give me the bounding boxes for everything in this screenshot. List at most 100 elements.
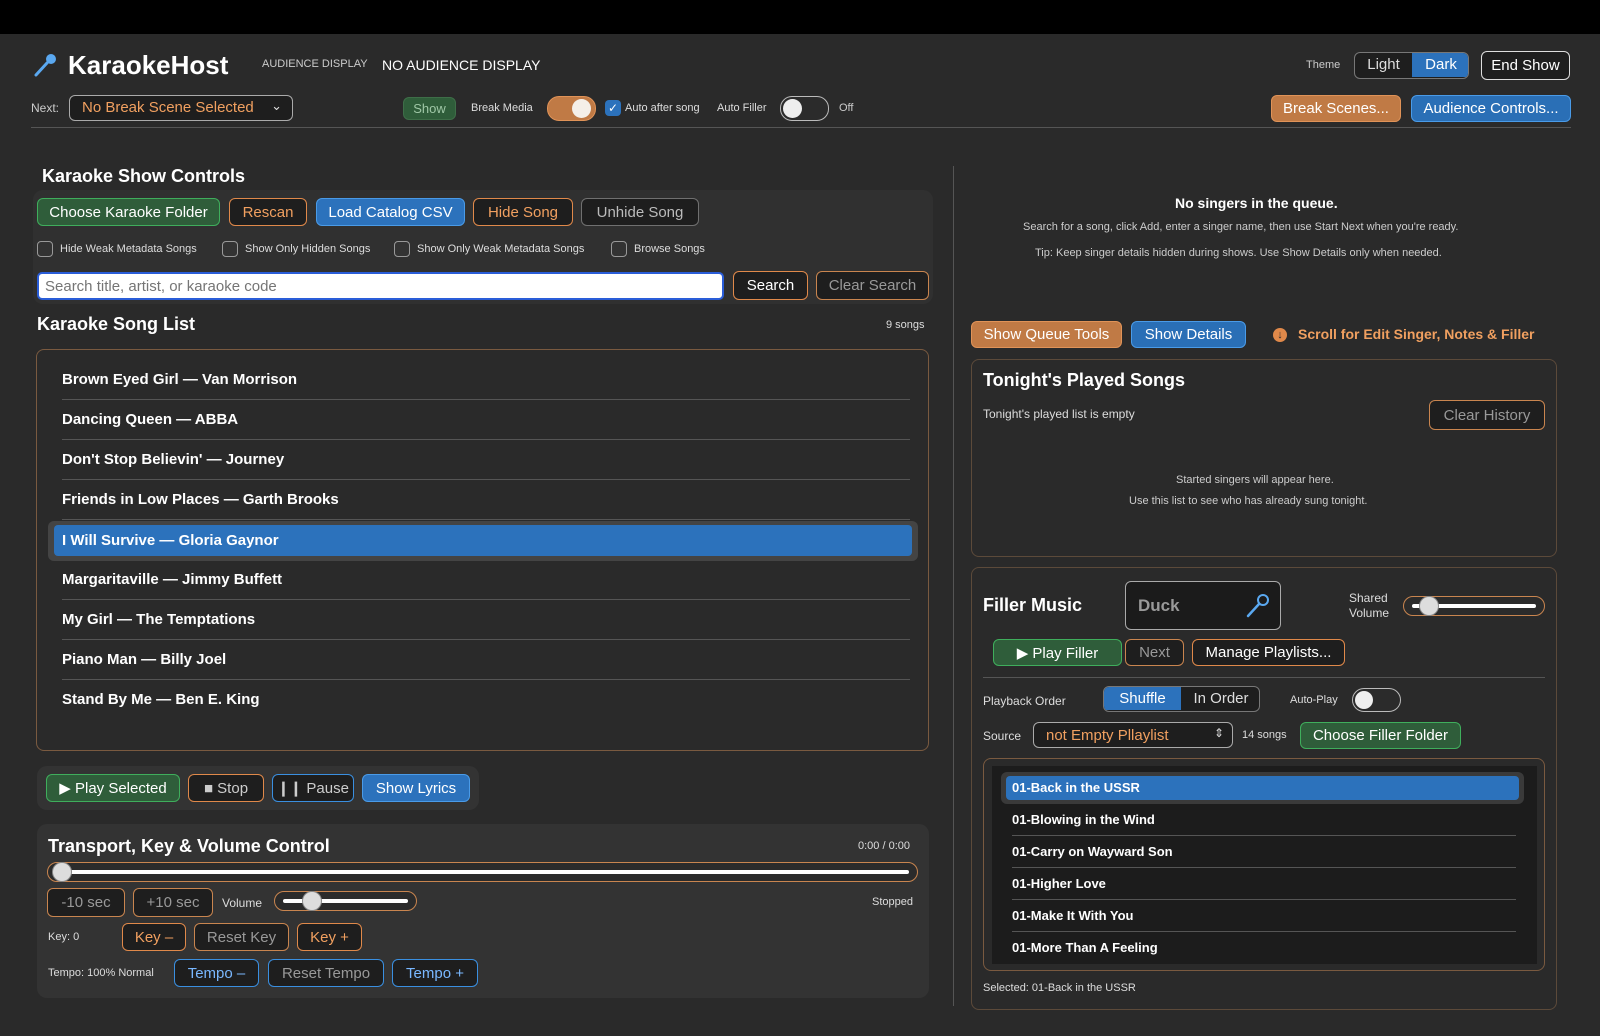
show-only-weak-metadata-checkbox[interactable] xyxy=(394,241,410,257)
break-scenes-button[interactable]: Break Scenes... xyxy=(1271,95,1401,122)
filler-song-row-selected[interactable]: 01-Back in the USSR xyxy=(1006,776,1519,800)
song-row[interactable]: Brown Eyed Girl — Van Morrison xyxy=(62,360,910,400)
search-button[interactable]: Search xyxy=(733,271,808,300)
playback-order-label: Playback Order xyxy=(983,694,1066,708)
hide-weak-metadata-label: Hide Weak Metadata Songs xyxy=(60,243,197,255)
theme-switch: Light Dark xyxy=(1354,52,1469,79)
audience-display-value: NO AUDIENCE DISPLAY xyxy=(382,57,541,73)
shuffle-option[interactable]: Shuffle xyxy=(1104,687,1181,710)
played-hint-1: Started singers will appear here. xyxy=(1176,474,1334,486)
song-row[interactable]: My Girl — The Temptations xyxy=(62,600,910,640)
song-row-selected[interactable]: I Will Survive — Gloria Gaynor xyxy=(54,525,912,556)
pause-button[interactable]: ❙❙ Pause xyxy=(272,774,354,802)
chevron-updown-icon: ⇕ xyxy=(1213,726,1224,740)
chevron-down-icon: ⌄ xyxy=(271,98,282,113)
filler-song-row[interactable]: 01-More Than A Feeling xyxy=(1012,932,1516,964)
queue-empty-hint: Search for a song, click Add, enter a si… xyxy=(1023,221,1459,233)
source-label: Source xyxy=(983,729,1022,743)
auto-filler-label: Auto Filler xyxy=(717,102,767,114)
browse-songs-checkbox[interactable] xyxy=(611,241,627,257)
filler-song-row[interactable]: 01-Carry on Wayward Son xyxy=(1012,836,1516,868)
play-selected-button[interactable]: ▶ Play Selected xyxy=(46,774,180,802)
key-down-button[interactable]: Key – xyxy=(122,923,186,951)
unhide-song-button[interactable]: Unhide Song xyxy=(581,198,699,226)
manage-playlists-button[interactable]: Manage Playlists... xyxy=(1192,639,1345,666)
next-scene-select-value: No Break Scene Selected xyxy=(82,99,254,116)
filler-song-count: 14 songs xyxy=(1242,729,1287,741)
song-row[interactable]: Dancing Queen — ABBA xyxy=(62,400,910,440)
choose-filler-folder-button[interactable]: Choose Filler Folder xyxy=(1300,722,1461,749)
stop-button[interactable]: ■ Stop xyxy=(188,774,264,802)
song-row[interactable]: Stand By Me — Ben E. King xyxy=(62,680,910,720)
next-scene-select[interactable]: No Break Scene Selected ⌄ xyxy=(69,95,293,121)
in-order-option[interactable]: In Order xyxy=(1181,687,1259,710)
volume-slider[interactable] xyxy=(274,891,417,911)
clear-search-button[interactable]: Clear Search xyxy=(816,271,929,300)
auto-filler-toggle-knob xyxy=(783,99,802,118)
show-only-weak-metadata-label: Show Only Weak Metadata Songs xyxy=(417,243,585,255)
forward-10-sec-button[interactable]: +10 sec xyxy=(133,888,213,917)
transport-status: Stopped xyxy=(872,896,913,908)
search-input[interactable] xyxy=(37,272,724,300)
position-slider-thumb[interactable] xyxy=(52,862,72,882)
hide-weak-metadata-checkbox[interactable] xyxy=(37,241,53,257)
reset-key-button[interactable]: Reset Key xyxy=(194,923,289,951)
break-media-toggle[interactable] xyxy=(547,96,596,121)
song-count: 9 songs xyxy=(886,319,925,331)
end-show-button[interactable]: End Show xyxy=(1481,51,1570,80)
theme-label: Theme xyxy=(1306,59,1341,71)
position-slider[interactable] xyxy=(47,862,918,882)
show-lyrics-button[interactable]: Show Lyrics xyxy=(362,774,470,802)
filler-song-row[interactable]: 01-Make It With You xyxy=(1012,900,1516,932)
queue-empty-title: No singers in the queue. xyxy=(1175,195,1338,211)
auto-after-song-label: Auto after song xyxy=(625,102,700,114)
show-only-hidden-label: Show Only Hidden Songs xyxy=(245,243,371,255)
back-10-sec-button[interactable]: -10 sec xyxy=(47,888,125,917)
filler-next-button[interactable]: Next xyxy=(1125,639,1184,666)
tempo-down-button[interactable]: Tempo – xyxy=(174,959,259,987)
auto-after-song-checkbox[interactable]: ✓ xyxy=(605,100,621,116)
duck-button[interactable]: Duck xyxy=(1125,581,1281,630)
transport-time: 0:00 / 0:00 xyxy=(858,840,910,852)
theme-light-option[interactable]: Light xyxy=(1355,53,1412,77)
clear-history-button[interactable]: Clear History xyxy=(1429,400,1545,430)
play-filler-button[interactable]: ▶ Play Filler xyxy=(993,639,1122,666)
auto-filler-toggle[interactable] xyxy=(780,96,829,121)
tempo-up-button[interactable]: Tempo + xyxy=(392,959,478,987)
theme-dark-option[interactable]: Dark xyxy=(1412,53,1468,77)
source-select[interactable]: not Empty Pllaylist ⇕ xyxy=(1033,722,1233,748)
song-row[interactable]: Piano Man — Billy Joel xyxy=(62,640,910,680)
shared-volume-slider[interactable] xyxy=(1403,596,1545,616)
song-list-title: Karaoke Song List xyxy=(37,314,196,334)
shared-volume-slider-thumb[interactable] xyxy=(1419,596,1440,616)
filler-selected-text: Selected: 01-Back in the USSR xyxy=(983,982,1136,994)
hide-song-button[interactable]: Hide Song xyxy=(473,198,573,226)
show-only-hidden-checkbox[interactable] xyxy=(222,241,238,257)
choose-karaoke-folder-button[interactable]: Choose Karaoke Folder xyxy=(37,198,220,226)
filler-song-row[interactable]: 01-Blowing in the Wind xyxy=(1012,804,1516,836)
scroll-hint-link[interactable]: Scroll for Edit Singer, Notes & Filler xyxy=(1298,326,1535,342)
app-title: KaraokeHost xyxy=(68,50,229,80)
volume-slider-thumb[interactable] xyxy=(301,891,322,911)
show-break-button[interactable]: Show xyxy=(403,97,456,120)
played-empty-text: Tonight's played list is empty xyxy=(983,407,1135,421)
filler-song-row[interactable]: 01-Higher Love xyxy=(1012,868,1516,900)
reset-tempo-button[interactable]: Reset Tempo xyxy=(268,959,384,987)
show-queue-tools-button[interactable]: Show Queue Tools xyxy=(971,321,1122,348)
show-details-button[interactable]: Show Details xyxy=(1131,321,1246,348)
audience-display-label: AUDIENCE DISPLAY xyxy=(262,58,368,70)
header-divider xyxy=(31,127,1571,128)
song-row[interactable]: Friends in Low Places — Garth Brooks xyxy=(62,480,910,520)
song-row[interactable]: Margaritaville — Jimmy Buffett xyxy=(62,560,910,600)
controls-title: Karaoke Show Controls xyxy=(42,166,246,186)
duck-label: Duck xyxy=(1138,596,1180,615)
rescan-button[interactable]: Rescan xyxy=(229,198,307,226)
break-media-toggle-knob xyxy=(572,99,591,118)
song-row[interactable]: Don't Stop Believin' — Journey xyxy=(62,440,910,480)
playback-order-switch: Shuffle In Order xyxy=(1103,686,1260,712)
browse-songs-label: Browse Songs xyxy=(634,243,705,255)
key-up-button[interactable]: Key + xyxy=(297,923,362,951)
load-catalog-csv-button[interactable]: Load Catalog CSV xyxy=(316,198,465,226)
audience-controls-button[interactable]: Audience Controls... xyxy=(1411,95,1571,122)
auto-play-toggle[interactable] xyxy=(1352,688,1401,712)
